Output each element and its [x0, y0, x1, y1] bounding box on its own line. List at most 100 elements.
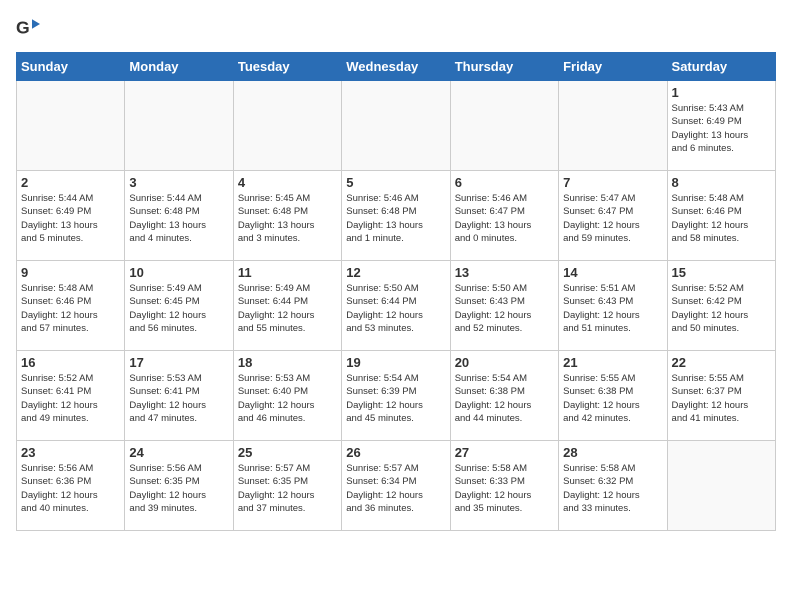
calendar-cell: 4Sunrise: 5:45 AM Sunset: 6:48 PM Daylig…	[233, 171, 341, 261]
week-row-2: 2 Sunrise: 5:44 AM Sunset: 6:49 PM Daylig…	[17, 171, 776, 261]
day-number: 13	[455, 265, 554, 280]
day-number: 26	[346, 445, 445, 460]
day-info: Sunrise: 5:47 AM Sunset: 6:47 PM Dayligh…	[563, 192, 662, 245]
day-number: 19	[346, 355, 445, 370]
day-info: Sunrise: 5:57 AM Sunset: 6:35 PM Dayligh…	[238, 462, 337, 515]
day-info: Sunrise: 5:44 AM Sunset: 6:48 PM Dayligh…	[129, 192, 228, 245]
calendar-cell	[17, 81, 125, 171]
day-info: Sunrise: 5:54 AM Sunset: 6:38 PM Dayligh…	[455, 372, 554, 425]
day-info: Sunrise: 5:52 AM Sunset: 6:42 PM Dayligh…	[672, 282, 771, 335]
day-info: Sunrise: 5:44 AM Sunset: 6:49 PM Dayligh…	[21, 192, 120, 245]
calendar-cell: 22 Sunrise: 5:55 AM Sunset: 6:37 PM Dayli…	[667, 351, 775, 441]
day-number: 6	[455, 175, 554, 190]
day-info: Sunrise: 5:53 AM Sunset: 6:40 PM Dayligh…	[238, 372, 337, 425]
day-info: Sunrise: 5:43 AM Sunset: 6:49 PM Dayligh…	[672, 102, 771, 155]
week-row-1: 1 Sunrise: 5:43 AM Sunset: 6:49 PM Daylig…	[17, 81, 776, 171]
calendar-cell: 28 Sunrise: 5:58 AM Sunset: 6:32 PM Dayli…	[559, 441, 667, 531]
day-number: 18	[238, 355, 337, 370]
day-info: Sunrise: 5:49 AM Sunset: 6:45 PM Dayligh…	[129, 282, 228, 335]
day-info: Sunrise: 5:58 AM Sunset: 6:33 PM Dayligh…	[455, 462, 554, 515]
day-number: 20	[455, 355, 554, 370]
day-info: Sunrise: 5:52 AM Sunset: 6:41 PM Dayligh…	[21, 372, 120, 425]
calendar-body: 1 Sunrise: 5:43 AM Sunset: 6:49 PM Daylig…	[17, 81, 776, 531]
calendar-cell: 6Sunrise: 5:46 AM Sunset: 6:47 PM Daylig…	[450, 171, 558, 261]
day-info: Sunrise: 5:48 AM Sunset: 6:46 PM Dayligh…	[21, 282, 120, 335]
day-info: Sunrise: 5:56 AM Sunset: 6:36 PM Dayligh…	[21, 462, 120, 515]
day-number: 21	[563, 355, 662, 370]
day-number: 9	[21, 265, 120, 280]
calendar-cell: 18 Sunrise: 5:53 AM Sunset: 6:40 PM Dayli…	[233, 351, 341, 441]
calendar-cell: 1 Sunrise: 5:43 AM Sunset: 6:49 PM Daylig…	[667, 81, 775, 171]
header-day-tuesday: Tuesday	[233, 53, 341, 81]
calendar-cell: 15 Sunrise: 5:52 AM Sunset: 6:42 PM Dayli…	[667, 261, 775, 351]
calendar-cell	[450, 81, 558, 171]
day-number: 1	[672, 85, 771, 100]
calendar-cell: 5 Sunrise: 5:46 AM Sunset: 6:48 PM Daylig…	[342, 171, 450, 261]
day-info: Sunrise: 5:58 AM Sunset: 6:32 PM Dayligh…	[563, 462, 662, 515]
day-number: 2	[21, 175, 120, 190]
day-info: Sunrise: 5:54 AM Sunset: 6:39 PM Dayligh…	[346, 372, 445, 425]
day-info: Sunrise: 5:56 AM Sunset: 6:35 PM Dayligh…	[129, 462, 228, 515]
day-info: Sunrise: 5:51 AM Sunset: 6:43 PM Dayligh…	[563, 282, 662, 335]
calendar-cell: 10 Sunrise: 5:49 AM Sunset: 6:45 PM Dayli…	[125, 261, 233, 351]
header: G	[16, 16, 776, 40]
day-number: 12	[346, 265, 445, 280]
calendar-cell: 3 Sunrise: 5:44 AM Sunset: 6:48 PM Daylig…	[125, 171, 233, 261]
day-number: 16	[21, 355, 120, 370]
day-info: Sunrise: 5:55 AM Sunset: 6:38 PM Dayligh…	[563, 372, 662, 425]
header-day-saturday: Saturday	[667, 53, 775, 81]
day-number: 14	[563, 265, 662, 280]
day-number: 11	[238, 265, 337, 280]
calendar-cell: 19 Sunrise: 5:54 AM Sunset: 6:39 PM Dayli…	[342, 351, 450, 441]
day-number: 24	[129, 445, 228, 460]
logo-icon: G	[16, 16, 40, 40]
day-number: 28	[563, 445, 662, 460]
day-number: 17	[129, 355, 228, 370]
header-day-friday: Friday	[559, 53, 667, 81]
calendar-cell: 8 Sunrise: 5:48 AM Sunset: 6:46 PM Daylig…	[667, 171, 775, 261]
day-info: Sunrise: 5:53 AM Sunset: 6:41 PM Dayligh…	[129, 372, 228, 425]
calendar-cell	[342, 81, 450, 171]
calendar-cell: 23Sunrise: 5:56 AM Sunset: 6:36 PM Dayli…	[17, 441, 125, 531]
calendar-table: SundayMondayTuesdayWednesdayThursdayFrid…	[16, 52, 776, 531]
calendar-cell: 27 Sunrise: 5:58 AM Sunset: 6:33 PM Dayli…	[450, 441, 558, 531]
calendar-header: SundayMondayTuesdayWednesdayThursdayFrid…	[17, 53, 776, 81]
header-day-wednesday: Wednesday	[342, 53, 450, 81]
calendar-cell: 26Sunrise: 5:57 AM Sunset: 6:34 PM Dayli…	[342, 441, 450, 531]
calendar-cell: 24 Sunrise: 5:56 AM Sunset: 6:35 PM Dayli…	[125, 441, 233, 531]
day-info: Sunrise: 5:50 AM Sunset: 6:44 PM Dayligh…	[346, 282, 445, 335]
day-info: Sunrise: 5:48 AM Sunset: 6:46 PM Dayligh…	[672, 192, 771, 245]
day-number: 8	[672, 175, 771, 190]
week-row-5: 23Sunrise: 5:56 AM Sunset: 6:36 PM Dayli…	[17, 441, 776, 531]
calendar-cell	[125, 81, 233, 171]
day-info: Sunrise: 5:49 AM Sunset: 6:44 PM Dayligh…	[238, 282, 337, 335]
logo: G	[16, 16, 44, 40]
svg-text:G: G	[16, 18, 30, 38]
day-number: 10	[129, 265, 228, 280]
day-number: 15	[672, 265, 771, 280]
calendar-cell: 12 Sunrise: 5:50 AM Sunset: 6:44 PM Dayli…	[342, 261, 450, 351]
calendar-cell: 11 Sunrise: 5:49 AM Sunset: 6:44 PM Dayli…	[233, 261, 341, 351]
day-info: Sunrise: 5:46 AM Sunset: 6:48 PM Dayligh…	[346, 192, 445, 245]
header-row: SundayMondayTuesdayWednesdayThursdayFrid…	[17, 53, 776, 81]
week-row-3: 9 Sunrise: 5:48 AM Sunset: 6:46 PM Daylig…	[17, 261, 776, 351]
day-info: Sunrise: 5:50 AM Sunset: 6:43 PM Dayligh…	[455, 282, 554, 335]
calendar-cell: 13 Sunrise: 5:50 AM Sunset: 6:43 PM Dayli…	[450, 261, 558, 351]
calendar-cell	[559, 81, 667, 171]
calendar-cell: 14 Sunrise: 5:51 AM Sunset: 6:43 PM Dayli…	[559, 261, 667, 351]
day-number: 3	[129, 175, 228, 190]
header-day-sunday: Sunday	[17, 53, 125, 81]
calendar-cell: 16 Sunrise: 5:52 AM Sunset: 6:41 PM Dayli…	[17, 351, 125, 441]
calendar-cell: 25Sunrise: 5:57 AM Sunset: 6:35 PM Dayli…	[233, 441, 341, 531]
day-number: 4	[238, 175, 337, 190]
day-number: 27	[455, 445, 554, 460]
calendar-cell: 21 Sunrise: 5:55 AM Sunset: 6:38 PM Dayli…	[559, 351, 667, 441]
calendar-cell: 17 Sunrise: 5:53 AM Sunset: 6:41 PM Dayli…	[125, 351, 233, 441]
day-info: Sunrise: 5:55 AM Sunset: 6:37 PM Dayligh…	[672, 372, 771, 425]
calendar-cell: 9 Sunrise: 5:48 AM Sunset: 6:46 PM Daylig…	[17, 261, 125, 351]
day-number: 5	[346, 175, 445, 190]
day-number: 22	[672, 355, 771, 370]
header-day-thursday: Thursday	[450, 53, 558, 81]
calendar-cell: 20 Sunrise: 5:54 AM Sunset: 6:38 PM Dayli…	[450, 351, 558, 441]
calendar-cell: 2 Sunrise: 5:44 AM Sunset: 6:49 PM Daylig…	[17, 171, 125, 261]
